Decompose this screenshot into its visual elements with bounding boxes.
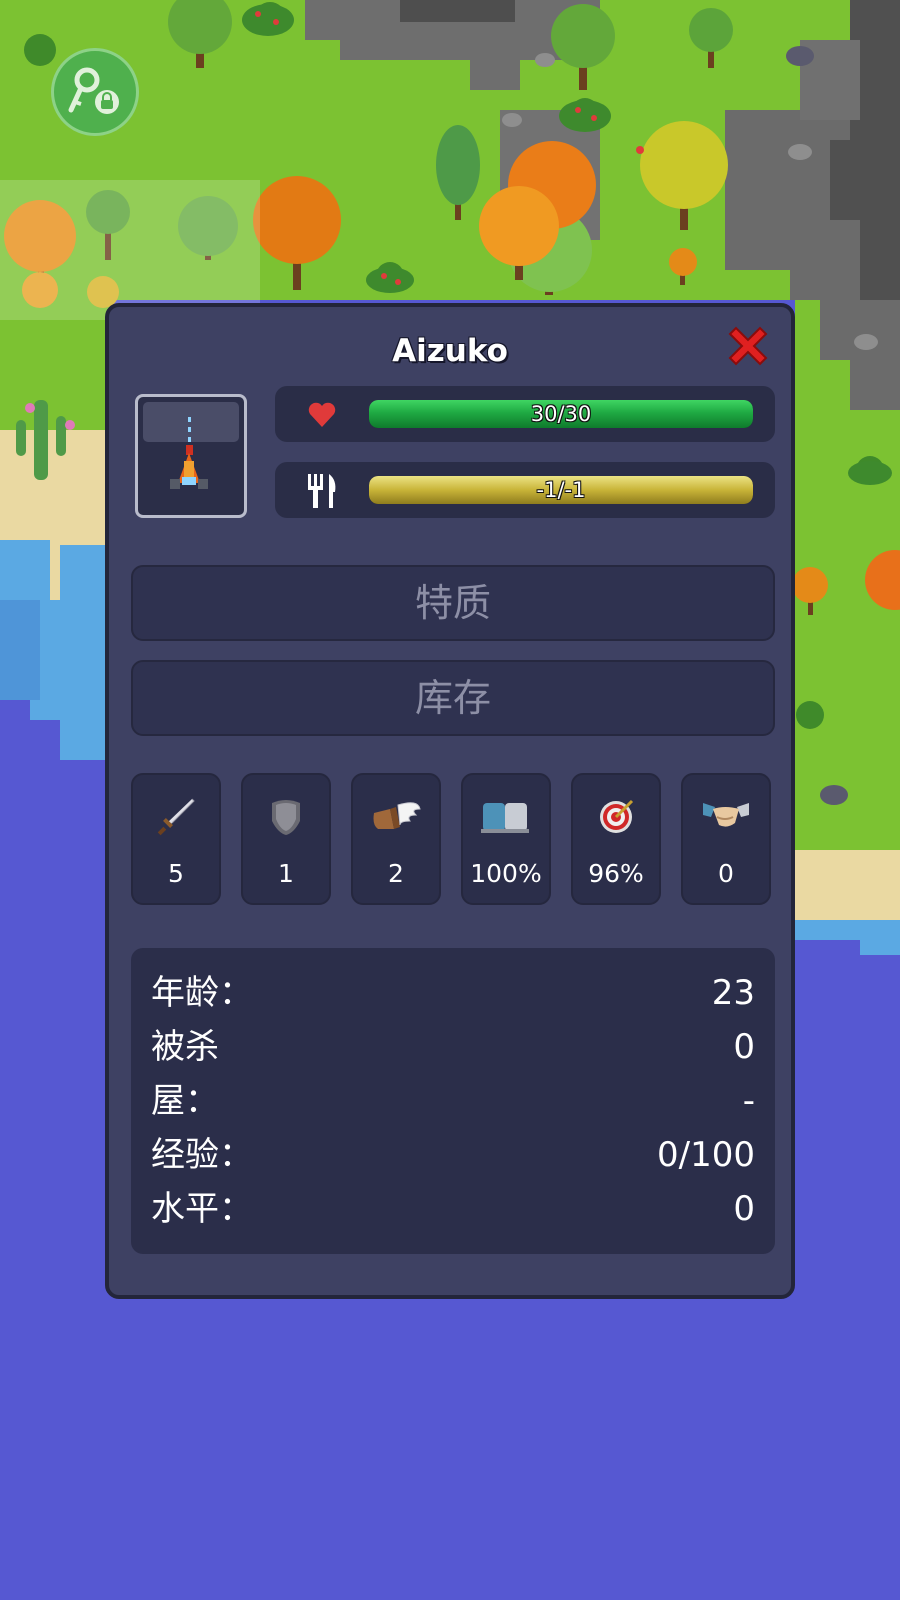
stat-value: 0 xyxy=(718,859,734,888)
fork-knife-icon xyxy=(305,474,339,508)
info-value: 0/100 xyxy=(657,1135,755,1175)
stat-value: 1 xyxy=(278,859,294,888)
info-value: 23 xyxy=(711,973,755,1013)
unit-info-list: 年龄： 23 被杀 0 屋： - 经验： 0/100 水平： 0 xyxy=(131,948,775,1254)
handshake-icon xyxy=(683,793,769,841)
hunger-value: -1/-1 xyxy=(536,478,586,502)
info-label: 经验： xyxy=(151,1135,253,1175)
health-bar: 30/30 xyxy=(369,400,753,428)
unit-name: Aizuko xyxy=(392,333,508,369)
unit-portrait-icon xyxy=(138,397,244,515)
unit-info-panel: Aizuko 30/30 -1/-1 特质 库存 5 1 2 100% 96% … xyxy=(105,303,795,1299)
health-bar-box: 30/30 xyxy=(275,386,775,442)
lock-camera-button[interactable] xyxy=(51,48,139,136)
close-button[interactable] xyxy=(721,321,775,375)
info-row-age: 年龄： 23 xyxy=(151,966,755,1020)
stat-accuracy[interactable]: 96% xyxy=(571,773,661,905)
stat-speed[interactable]: 2 xyxy=(351,773,441,905)
stat-value: 100% xyxy=(470,859,542,888)
traits-button[interactable]: 特质 xyxy=(131,565,775,641)
info-label: 年龄： xyxy=(151,973,253,1013)
info-row-level: 水平： 0 xyxy=(151,1182,755,1236)
stat-value: 96% xyxy=(588,859,644,888)
stat-stamina[interactable]: 100% xyxy=(461,773,551,905)
info-value: - xyxy=(742,1081,755,1121)
stamina-icon xyxy=(463,793,549,841)
armor-icon xyxy=(243,793,329,841)
info-label: 被杀 xyxy=(151,1027,219,1067)
sword-icon xyxy=(133,793,219,841)
wing-boot-icon xyxy=(353,793,439,841)
hunger-bar-box: -1/-1 xyxy=(275,462,775,518)
stat-value: 5 xyxy=(168,859,184,888)
info-row-killed: 被杀 0 xyxy=(151,1020,755,1074)
stat-damage[interactable]: 5 xyxy=(131,773,221,905)
info-label: 水平： xyxy=(151,1189,253,1229)
close-icon xyxy=(722,320,774,376)
info-row-house: 屋： - xyxy=(151,1074,755,1128)
health-value: 30/30 xyxy=(530,402,592,426)
stat-armor[interactable]: 1 xyxy=(241,773,331,905)
unit-portrait[interactable] xyxy=(135,394,247,518)
stat-value: 2 xyxy=(388,859,404,888)
info-label: 屋： xyxy=(151,1081,219,1121)
key-lock-icon xyxy=(67,62,123,122)
target-icon xyxy=(573,793,659,841)
info-value: 0 xyxy=(733,1027,755,1067)
hunger-bar: -1/-1 xyxy=(369,476,753,504)
stats-row: 5 1 2 100% 96% 0 xyxy=(131,773,775,905)
info-row-experience: 经验： 0/100 xyxy=(151,1128,755,1182)
heart-icon xyxy=(305,398,339,432)
inventory-button[interactable]: 库存 xyxy=(131,660,775,736)
stat-kills[interactable]: 0 xyxy=(681,773,771,905)
info-value: 0 xyxy=(733,1189,755,1229)
